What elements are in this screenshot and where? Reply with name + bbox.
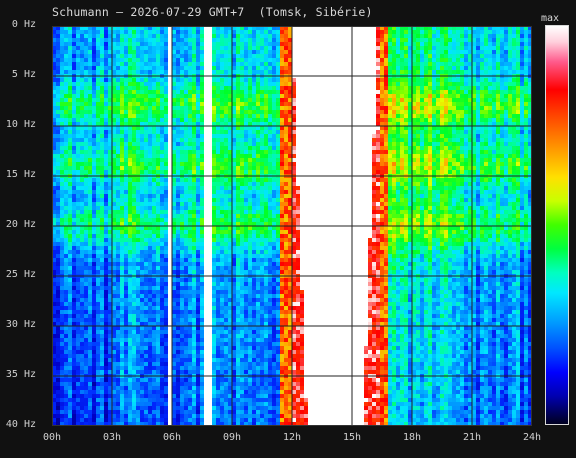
- page-title: Schumann – 2026-07-29 GMT+7 (Tomsk, Sibé…: [52, 5, 373, 19]
- schumann-spectrogram-view: Schumann – 2026-07-29 GMT+7 (Tomsk, Sibé…: [0, 0, 576, 458]
- spectrogram-plot: [52, 26, 532, 426]
